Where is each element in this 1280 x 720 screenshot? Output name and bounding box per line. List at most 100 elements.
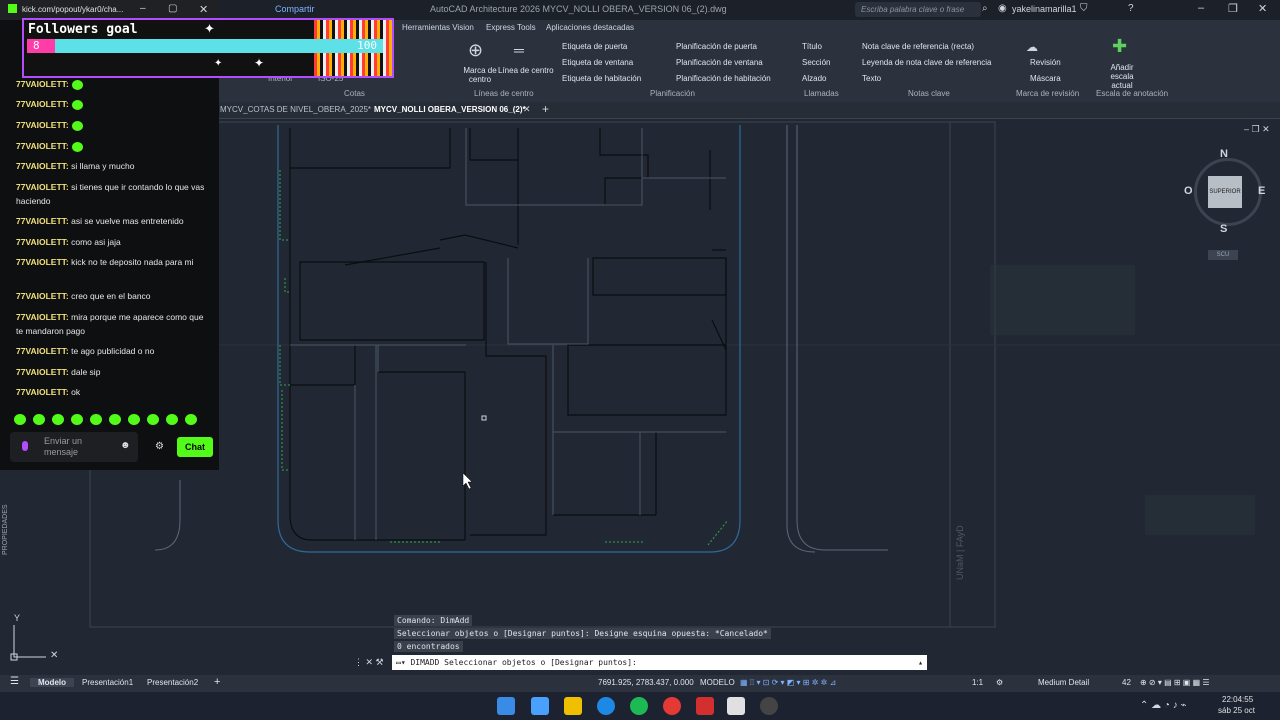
user-icon[interactable]: ◉ <box>998 3 1007 14</box>
tab-modelo[interactable]: Modelo <box>30 678 74 687</box>
door-tag-button[interactable]: Etiqueta de puerta <box>562 42 627 51</box>
group-planificacion[interactable]: Planificación <box>650 89 695 98</box>
clock-date[interactable]: sáb 25 oct <box>1218 706 1255 715</box>
keynote-button[interactable]: Nota clave de referencia (recta) <box>862 42 974 51</box>
status-tray-icons[interactable]: ⊕ ⊘ ▾ ▤ ⊞ ▣ ▦ ☰ <box>1140 678 1210 687</box>
chat-minimize-button[interactable]: – <box>140 3 146 14</box>
keynote-legend-button[interactable]: Leyenda de nota clave de referencia <box>862 58 991 67</box>
tab-herramientas-vision[interactable]: Herramientas Vision <box>402 23 474 32</box>
pickbox-cursor <box>481 415 487 421</box>
command-line-input[interactable]: ▭▾ DIMADD Seleccionar objetos o [Designa… <box>392 655 927 670</box>
document-tabs: MYCV_COTAS DE NIVEL_OBERA_2025* MYCV_NOL… <box>218 102 1280 119</box>
tab-presentacion1[interactable]: Presentación1 <box>82 678 133 687</box>
close-tab-icon[interactable]: ✕ <box>523 104 531 115</box>
door-schedule-button[interactable]: Planificación de puerta <box>676 42 757 51</box>
viewcube-south[interactable]: S <box>1220 223 1227 235</box>
tab-express-tools[interactable]: Express Tools <box>486 23 536 32</box>
emote-icon <box>128 414 140 425</box>
ucs-menu[interactable]: SCU <box>1208 250 1238 260</box>
viewcube[interactable]: N S E O SUPERIOR SCU <box>1184 148 1265 260</box>
group-cotas[interactable]: Cotas <box>344 89 365 98</box>
clock-time[interactable]: 22:04:55 <box>1222 695 1253 704</box>
coordinate-readout[interactable]: 7691.925, 2783.437, 0.000 <box>598 678 694 687</box>
edge-browser-icon[interactable] <box>597 697 615 715</box>
autocad-icon[interactable] <box>696 697 714 715</box>
maximize-button[interactable]: ❐ <box>1228 2 1238 15</box>
chat-close-button[interactable]: ✕ <box>199 3 208 16</box>
chat-message: 77VAIOLETT: si llama y mucho <box>16 161 135 171</box>
command-history-3: 0 encontrados <box>394 641 463 652</box>
emoji-icon[interactable]: ☻ <box>120 440 131 451</box>
emote-icon <box>90 414 102 425</box>
group-lineas-centro[interactable]: Líneas de centro <box>474 89 534 98</box>
model-space-toggle[interactable]: MODELO <box>700 678 735 687</box>
doc-tab-nolli[interactable]: MYCV_NOLLI OBERA_VERSION 06_(2)* <box>374 105 526 114</box>
elevation-callout-button[interactable]: Alzado <box>802 74 826 83</box>
cart-icon[interactable]: ⛉ <box>1080 3 1088 14</box>
section-callout-button[interactable]: Sección <box>802 58 830 67</box>
task-view-icon[interactable] <box>531 697 549 715</box>
search-input[interactable]: Escriba palabra clave o frase <box>855 2 981 17</box>
text-button[interactable]: Texto <box>862 74 881 83</box>
file-explorer-icon[interactable] <box>564 697 582 715</box>
viewcube-east[interactable]: E <box>1258 185 1265 197</box>
viewcube-north[interactable]: N <box>1220 148 1228 160</box>
tab-aplicaciones[interactable]: Aplicaciones destacadas <box>546 23 634 32</box>
drafting-toggles[interactable]: ▦ ⁞⁞ ▾ ⊡ ⟳ ▾ ◩ ▾ ⊞ ✲ ✲ ⊿ <box>740 678 836 687</box>
command-history-1: Comando: DimAdd <box>394 615 473 626</box>
chrome-icon[interactable] <box>663 697 681 715</box>
tab-presentacion2[interactable]: Presentación2 <box>147 678 198 687</box>
chat-message-input[interactable]: Enviar un mensaje ☻ <box>10 432 138 462</box>
app-icon[interactable] <box>727 697 745 715</box>
close-button[interactable]: ✕ <box>1258 2 1267 15</box>
window-schedule-button[interactable]: Planificación de ventana <box>676 58 763 67</box>
chat-message: 77VAIOLETT: <box>16 118 212 132</box>
viewport-window-controls[interactable]: – ❐ ✕ <box>1244 124 1270 135</box>
help-icon[interactable]: ? <box>1128 3 1134 14</box>
room-tag-button[interactable]: Etiqueta de habitación <box>562 74 641 83</box>
sparkle-icon: ✦ <box>214 58 223 69</box>
new-tab-icon[interactable]: + <box>542 102 549 116</box>
group-llamadas[interactable]: Llamadas <box>804 89 839 98</box>
command-line-controls[interactable]: ⋮ ✕ ⚒ <box>354 657 384 668</box>
detail-level-select[interactable]: Medium Detail <box>1038 678 1089 687</box>
emote-bar[interactable] <box>14 414 204 428</box>
spotify-icon[interactable] <box>630 697 648 715</box>
revision-button[interactable]: Revisión <box>1030 58 1061 67</box>
minimize-button[interactable]: – <box>1198 2 1204 14</box>
add-current-scale-button[interactable]: Añadir escala actual <box>1100 63 1144 90</box>
group-marca-revision[interactable]: Marca de revisión <box>1016 89 1079 98</box>
viewcube-face-top[interactable]: SUPERIOR <box>1208 176 1242 208</box>
obs-icon[interactable] <box>760 697 778 715</box>
chat-settings-gear-icon[interactable]: ⚙ <box>155 441 164 452</box>
elevation-value[interactable]: 42 <box>1122 678 1131 687</box>
share-button[interactable]: Compartir <box>275 4 315 14</box>
room-schedule-button[interactable]: Planificación de habitación <box>676 74 771 83</box>
emote-icon <box>52 414 64 425</box>
chat-maximize-button[interactable]: ▢ <box>168 3 177 14</box>
emote-icon <box>33 414 45 425</box>
hatch-areas <box>990 265 1255 535</box>
group-notas-clave[interactable]: Notas clave <box>908 89 950 98</box>
viewcube-west[interactable]: O <box>1184 185 1193 197</box>
window-tag-button[interactable]: Etiqueta de ventana <box>562 58 633 67</box>
add-layout-icon[interactable]: + <box>214 676 220 688</box>
title-callout-button[interactable]: Título <box>802 42 822 51</box>
microphone-icon[interactable] <box>22 441 28 451</box>
search-icon[interactable]: ⌕ <box>982 3 988 14</box>
annotation-scale[interactable]: 1:1 <box>972 678 983 687</box>
mask-button[interactable]: Máscara <box>1030 74 1061 83</box>
user-name[interactable]: yakelinamarilla1 <box>1012 4 1077 14</box>
center-mark-button[interactable]: Marca de centro <box>462 66 498 84</box>
system-tray-icons[interactable]: ⌃ ☁ ◔ ♪ ⌁ <box>1140 700 1187 711</box>
chat-message: 77VAIOLETT: te ago publicidad o no <box>16 346 155 356</box>
group-escala-anotacion[interactable]: Escala de anotación <box>1096 89 1168 98</box>
start-windows-icon[interactable] <box>497 697 515 715</box>
properties-palette-label[interactable]: PROPIEDADES <box>2 504 9 555</box>
hamburger-menu-icon[interactable]: ☰ <box>10 676 19 687</box>
command-expand-icon[interactable]: ▴ <box>918 655 923 670</box>
doc-tab-cotas[interactable]: MYCV_COTAS DE NIVEL_OBERA_2025* <box>220 105 371 114</box>
chat-send-button[interactable]: Chat <box>177 437 213 457</box>
centerline-button[interactable]: Línea de centro <box>498 66 554 75</box>
settings-gear-icon[interactable]: ⚙ <box>996 678 1003 687</box>
